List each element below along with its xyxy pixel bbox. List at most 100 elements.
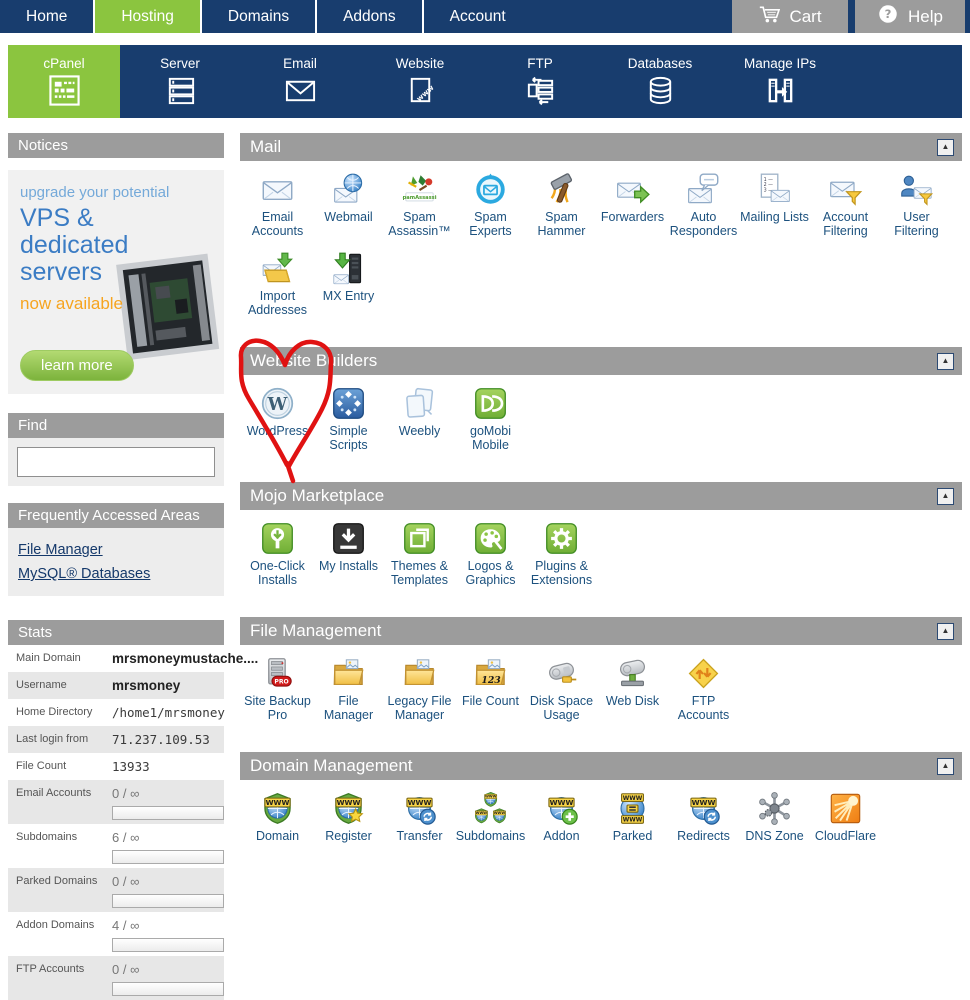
tool-domain[interactable]: WWWDomain xyxy=(242,791,313,843)
tool-forwarders[interactable]: Forwarders xyxy=(597,172,668,224)
section-items: Email AccountsWebmailSpamAssassinSpam As… xyxy=(240,161,962,332)
tool-webmail[interactable]: Webmail xyxy=(313,172,384,224)
top-nav-item-domains[interactable]: Domains xyxy=(202,0,315,33)
tool-label: Web Disk xyxy=(606,694,659,708)
sub-nav-item-email[interactable]: Email xyxy=(240,45,360,118)
stat-label: Home Directory xyxy=(8,704,112,718)
tool-label: Auto Responders xyxy=(668,210,739,238)
tool-file-count[interactable]: 123File Count xyxy=(455,656,526,708)
tool-web-disk[interactable]: Web Disk xyxy=(597,656,668,708)
section-items: PROSite Backup ProFile ManagerLegacy Fil… xyxy=(240,645,962,737)
tool-redirects[interactable]: WWWRedirects xyxy=(668,791,739,843)
learn-more-button[interactable]: learn more xyxy=(20,350,134,381)
collapse-section-button[interactable]: ▲ xyxy=(937,139,954,156)
ad-tagline: upgrade your potential xyxy=(20,184,212,201)
dns-zone-icon xyxy=(757,791,792,826)
tool-disk-space-usage[interactable]: Disk Space Usage xyxy=(526,656,597,722)
tool-register[interactable]: WWWRegister xyxy=(313,791,384,843)
freq-link-file-manager[interactable]: File Manager xyxy=(18,542,224,558)
collapse-section-button[interactable]: ▲ xyxy=(937,623,954,640)
svg-text:WWW: WWW xyxy=(623,818,643,824)
tool-simple-scripts[interactable]: Simple Scripts xyxy=(313,386,384,452)
tool-transfer[interactable]: WWW Transfer xyxy=(384,791,455,843)
tool-plugins-extensions[interactable]: Plugins & Extensions xyxy=(526,521,597,587)
tool-my-installs[interactable]: My Installs xyxy=(313,521,384,573)
tool-spam-hammer[interactable]: Spam Hammer xyxy=(526,172,597,238)
find-input[interactable] xyxy=(17,447,215,477)
section-title: Domain Management xyxy=(250,756,937,776)
sub-nav-item-manage-ips[interactable]: Manage IPs xyxy=(720,45,840,118)
tool-label: Transfer xyxy=(396,829,442,843)
help-label: Help xyxy=(908,7,943,27)
sub-nav-item-ftp[interactable]: FTP xyxy=(480,45,600,118)
tool-weebly[interactable]: Weebly xyxy=(384,386,455,438)
tool-legacy-file-manager[interactable]: Legacy File Manager xyxy=(384,656,455,722)
weebly-icon xyxy=(402,386,437,421)
tool-addon[interactable]: WWWAddon xyxy=(526,791,597,843)
top-nav-item-home[interactable]: Home xyxy=(0,0,93,33)
parked-icon: WWWWWW xyxy=(615,791,650,826)
tool-cloudflare[interactable]: CloudFlare xyxy=(810,791,881,843)
tool-auto-responders[interactable]: Auto Responders xyxy=(668,172,739,238)
tool-dns-zone[interactable]: DNS Zone xyxy=(739,791,810,843)
tool-label: Import Addresses xyxy=(242,289,313,317)
stat-row-home-directory: Home Directory/home1/mrsmoney xyxy=(8,699,224,726)
sub-nav-item-website[interactable]: Websitewww xyxy=(360,45,480,118)
tool-label: Simple Scripts xyxy=(313,424,384,452)
top-nav-item-hosting[interactable]: Hosting xyxy=(95,0,200,33)
tool-label: FTP Accounts xyxy=(668,694,739,722)
tool-label: goMobi Mobile xyxy=(455,424,526,452)
tool-mailing-lists[interactable]: 1 —2 —3 —Mailing Lists xyxy=(739,172,810,224)
tool-one-click-installs[interactable]: One-Click Installs xyxy=(242,521,313,587)
tool-themes-templates[interactable]: Themes & Templates xyxy=(384,521,455,587)
sub-nav-item-cpanel[interactable]: cPanel xyxy=(8,45,120,118)
collapse-section-button[interactable]: ▲ xyxy=(937,353,954,370)
tool-spam-experts[interactable]: Spam Experts xyxy=(455,172,526,238)
tool-ftp-accounts[interactable]: FTP Accounts xyxy=(668,656,739,722)
tool-site-backup-pro[interactable]: PROSite Backup Pro xyxy=(242,656,313,722)
top-nav-item-account[interactable]: Account xyxy=(424,0,532,33)
logos-graphics-icon xyxy=(473,521,508,556)
svg-text:WWW: WWW xyxy=(476,811,488,815)
collapse-section-button[interactable]: ▲ xyxy=(937,488,954,505)
tool-subdomains[interactable]: WWWWWWWWWSubdomains xyxy=(455,791,526,843)
stat-label: Main Domain xyxy=(8,650,112,664)
svg-text:WWW: WWW xyxy=(485,795,497,799)
tool-mx-entry[interactable]: MX Entry xyxy=(313,251,384,303)
tool-file-manager[interactable]: File Manager xyxy=(313,656,384,722)
tool-user-filtering[interactable]: User Filtering xyxy=(881,172,952,238)
tool-label: MX Entry xyxy=(323,289,374,303)
tool-label: Email Accounts xyxy=(242,210,313,238)
mailing-lists-icon: 1 —2 —3 — xyxy=(757,172,792,207)
stat-value-wrap: 0 / ∞ xyxy=(112,873,224,908)
forwarders-icon xyxy=(615,172,650,207)
simple-scripts-icon xyxy=(331,386,366,421)
tool-logos-graphics[interactable]: Logos & Graphics xyxy=(455,521,526,587)
cart-label: Cart xyxy=(789,7,821,27)
help-button[interactable]: ? Help xyxy=(855,0,965,33)
tool-email-accounts[interactable]: Email Accounts xyxy=(242,172,313,238)
top-nav-item-addons[interactable]: Addons xyxy=(317,0,422,33)
section-header: Website Builders▲ xyxy=(240,347,962,375)
tool-label: Legacy File Manager xyxy=(384,694,455,722)
svg-text:WWW: WWW xyxy=(408,798,432,807)
cart-button[interactable]: Cart xyxy=(732,0,848,33)
sub-nav-item-databases[interactable]: Databases xyxy=(600,45,720,118)
quota-progress-bar xyxy=(112,982,224,996)
tool-gomobi-mobile[interactable]: goMobi Mobile xyxy=(455,386,526,452)
freq-link-mysql-databases[interactable]: MySQL® Databases xyxy=(18,566,224,582)
stat-row-file-count: File Count13933 xyxy=(8,753,224,780)
collapse-section-button[interactable]: ▲ xyxy=(937,758,954,775)
tool-label: Spam Assassin™ xyxy=(384,210,455,238)
tool-wordpress[interactable]: WWordPress xyxy=(242,386,313,438)
tool-account-filtering[interactable]: Account Filtering xyxy=(810,172,881,238)
notices-header: Notices xyxy=(8,133,224,158)
sub-nav-item-server[interactable]: Server xyxy=(120,45,240,118)
tool-import-addresses[interactable]: Import Addresses xyxy=(242,251,313,317)
ftp-accounts-icon xyxy=(686,656,721,691)
section-header: Domain Management▲ xyxy=(240,752,962,780)
account-filtering-icon xyxy=(828,172,863,207)
tool-label: Parked xyxy=(613,829,653,843)
tool-parked[interactable]: WWWWWW Parked xyxy=(597,791,668,843)
tool-spam-assassin[interactable]: SpamAssassinSpam Assassin™ xyxy=(384,172,455,238)
